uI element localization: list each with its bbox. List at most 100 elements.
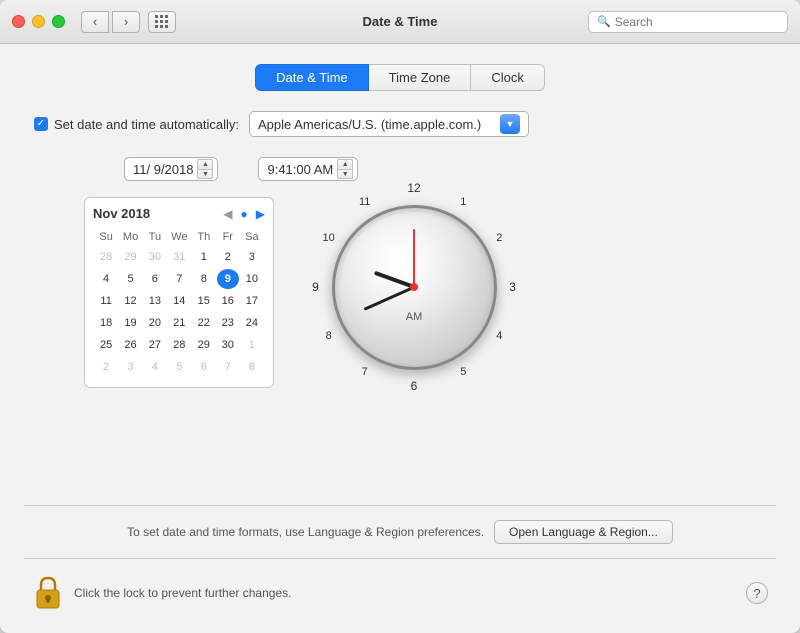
calendar-day[interactable]: 3 xyxy=(241,247,263,267)
calendar-day[interactable]: 18 xyxy=(95,313,117,333)
calendar-day[interactable]: 27 xyxy=(144,335,166,355)
lock-button[interactable] xyxy=(32,573,64,613)
calendar-day[interactable]: 26 xyxy=(119,335,142,355)
datetime-row: 11/ 9/2018 ▲ ▼ 9:41:00 AM ▲ ▼ xyxy=(24,157,776,181)
calendar-day[interactable]: 6 xyxy=(193,357,215,377)
help-button[interactable]: ? xyxy=(746,582,768,604)
calendar-day[interactable]: 2 xyxy=(95,357,117,377)
clock-number: 5 xyxy=(460,366,466,378)
search-input[interactable] xyxy=(615,15,779,29)
tab-clock[interactable]: Clock xyxy=(471,64,545,91)
clock-center-dot xyxy=(410,283,418,291)
calendar-day[interactable]: 7 xyxy=(217,357,239,377)
calendar-day[interactable]: 14 xyxy=(168,291,191,311)
calendar-day[interactable]: 23 xyxy=(217,313,239,333)
auto-checkbox-wrapper[interactable]: ✓ Set date and time automatically: xyxy=(34,117,239,132)
calendar-day[interactable]: 13 xyxy=(144,291,166,311)
clock-container: 121234567891011 AM xyxy=(314,187,514,387)
clock-face: 121234567891011 AM xyxy=(332,205,497,370)
traffic-lights xyxy=(12,15,65,28)
lock-text: Click the lock to prevent further change… xyxy=(74,586,736,600)
calendar-today[interactable]: ● xyxy=(241,207,248,221)
separator-top xyxy=(24,505,776,506)
date-value: 11/ 9/2018 xyxy=(133,162,193,177)
clock-number: 6 xyxy=(411,379,418,393)
time-step-down[interactable]: ▼ xyxy=(337,169,353,179)
clock-number: 8 xyxy=(326,330,332,342)
titlebar: ‹ › Date & Time 🔍 xyxy=(0,0,800,44)
grid-button[interactable] xyxy=(148,11,176,33)
calendar-day[interactable]: 3 xyxy=(119,357,142,377)
separator-bottom xyxy=(24,558,776,559)
clock-inner: 121234567891011 AM xyxy=(335,208,494,367)
date-input[interactable]: 11/ 9/2018 ▲ ▼ xyxy=(124,157,218,181)
calendar-day[interactable]: 24 xyxy=(241,313,263,333)
calendar-day[interactable]: 12 xyxy=(119,291,142,311)
region-text: To set date and time formats, use Langua… xyxy=(127,525,484,539)
minimize-button[interactable] xyxy=(32,15,45,28)
calendar-day[interactable]: 19 xyxy=(119,313,142,333)
time-stepper: ▲ ▼ xyxy=(337,159,353,179)
calendar-day[interactable]: 5 xyxy=(119,269,142,289)
date-stepper: ▲ ▼ xyxy=(197,159,213,179)
calendar-day[interactable]: 1 xyxy=(193,247,215,267)
calendar-day[interactable]: 7 xyxy=(168,269,191,289)
clock-number: 10 xyxy=(323,232,335,244)
time-input[interactable]: 9:41:00 AM ▲ ▼ xyxy=(258,157,358,181)
calendar-day[interactable]: 28 xyxy=(95,247,117,267)
server-value: Apple Americas/U.S. (time.apple.com.) xyxy=(258,117,494,132)
calendar-day[interactable]: 1 xyxy=(241,335,263,355)
calendar-day[interactable]: 10 xyxy=(241,269,263,289)
calendar-day[interactable]: 4 xyxy=(144,357,166,377)
bottom-area: To set date and time formats, use Langua… xyxy=(24,388,776,633)
calendar-day[interactable]: 9 xyxy=(217,269,239,289)
calendar-day[interactable]: 8 xyxy=(193,269,215,289)
tab-date-time[interactable]: Date & Time xyxy=(255,64,369,91)
maximize-button[interactable] xyxy=(52,15,65,28)
calendar-prev[interactable]: ◀ xyxy=(223,207,232,221)
calendar-day[interactable]: 2 xyxy=(217,247,239,267)
date-step-up[interactable]: ▲ xyxy=(197,159,213,169)
col-sa: Sa xyxy=(241,229,263,245)
open-language-region-button[interactable]: Open Language & Region... xyxy=(494,520,673,544)
calendar-day[interactable]: 21 xyxy=(168,313,191,333)
calendar-day[interactable]: 8 xyxy=(241,357,263,377)
calendar-day[interactable]: 5 xyxy=(168,357,191,377)
calendar-day[interactable]: 30 xyxy=(217,335,239,355)
calendar-day[interactable]: 29 xyxy=(193,335,215,355)
calendar-day[interactable]: 25 xyxy=(95,335,117,355)
col-fr: Fr xyxy=(217,229,239,245)
calendar-day[interactable]: 6 xyxy=(144,269,166,289)
calendar-day[interactable]: 30 xyxy=(144,247,166,267)
calendar-day[interactable]: 17 xyxy=(241,291,263,311)
second-hand xyxy=(413,229,415,287)
window-title: Date & Time xyxy=(363,14,438,29)
calendar-day[interactable]: 20 xyxy=(144,313,166,333)
calendar-grid: Su Mo Tu We Th Fr Sa 2829303112345678910… xyxy=(93,227,265,379)
clock-ampm: AM xyxy=(406,311,423,323)
clock-number: 12 xyxy=(407,181,420,195)
back-button[interactable]: ‹ xyxy=(81,11,109,33)
calendar-day[interactable]: 28 xyxy=(168,335,191,355)
calendar-day[interactable]: 11 xyxy=(95,291,117,311)
server-select[interactable]: Apple Americas/U.S. (time.apple.com.) ▼ xyxy=(249,111,529,137)
calendar-day[interactable]: 22 xyxy=(193,313,215,333)
clock-number: 3 xyxy=(509,280,516,294)
calendar-day[interactable]: 31 xyxy=(168,247,191,267)
calendar-day[interactable]: 15 xyxy=(193,291,215,311)
calendar-day[interactable]: 16 xyxy=(217,291,239,311)
search-box[interactable]: 🔍 xyxy=(588,11,788,33)
auto-checkbox[interactable]: ✓ xyxy=(34,117,48,131)
calendar-day[interactable]: 29 xyxy=(119,247,142,267)
tab-time-zone[interactable]: Time Zone xyxy=(369,64,472,91)
calendar-day[interactable]: 4 xyxy=(95,269,117,289)
close-button[interactable] xyxy=(12,15,25,28)
bottom-content: To set date and time formats, use Langua… xyxy=(24,505,776,617)
region-row: To set date and time formats, use Langua… xyxy=(24,520,776,544)
main-body: Nov 2018 ◀ ● ▶ Su Mo Tu We Th xyxy=(24,197,776,388)
calendar-next[interactable]: ▶ xyxy=(256,207,265,221)
date-step-down[interactable]: ▼ xyxy=(197,169,213,179)
time-step-up[interactable]: ▲ xyxy=(337,159,353,169)
forward-button[interactable]: › xyxy=(112,11,140,33)
clock-number: 2 xyxy=(496,232,502,244)
